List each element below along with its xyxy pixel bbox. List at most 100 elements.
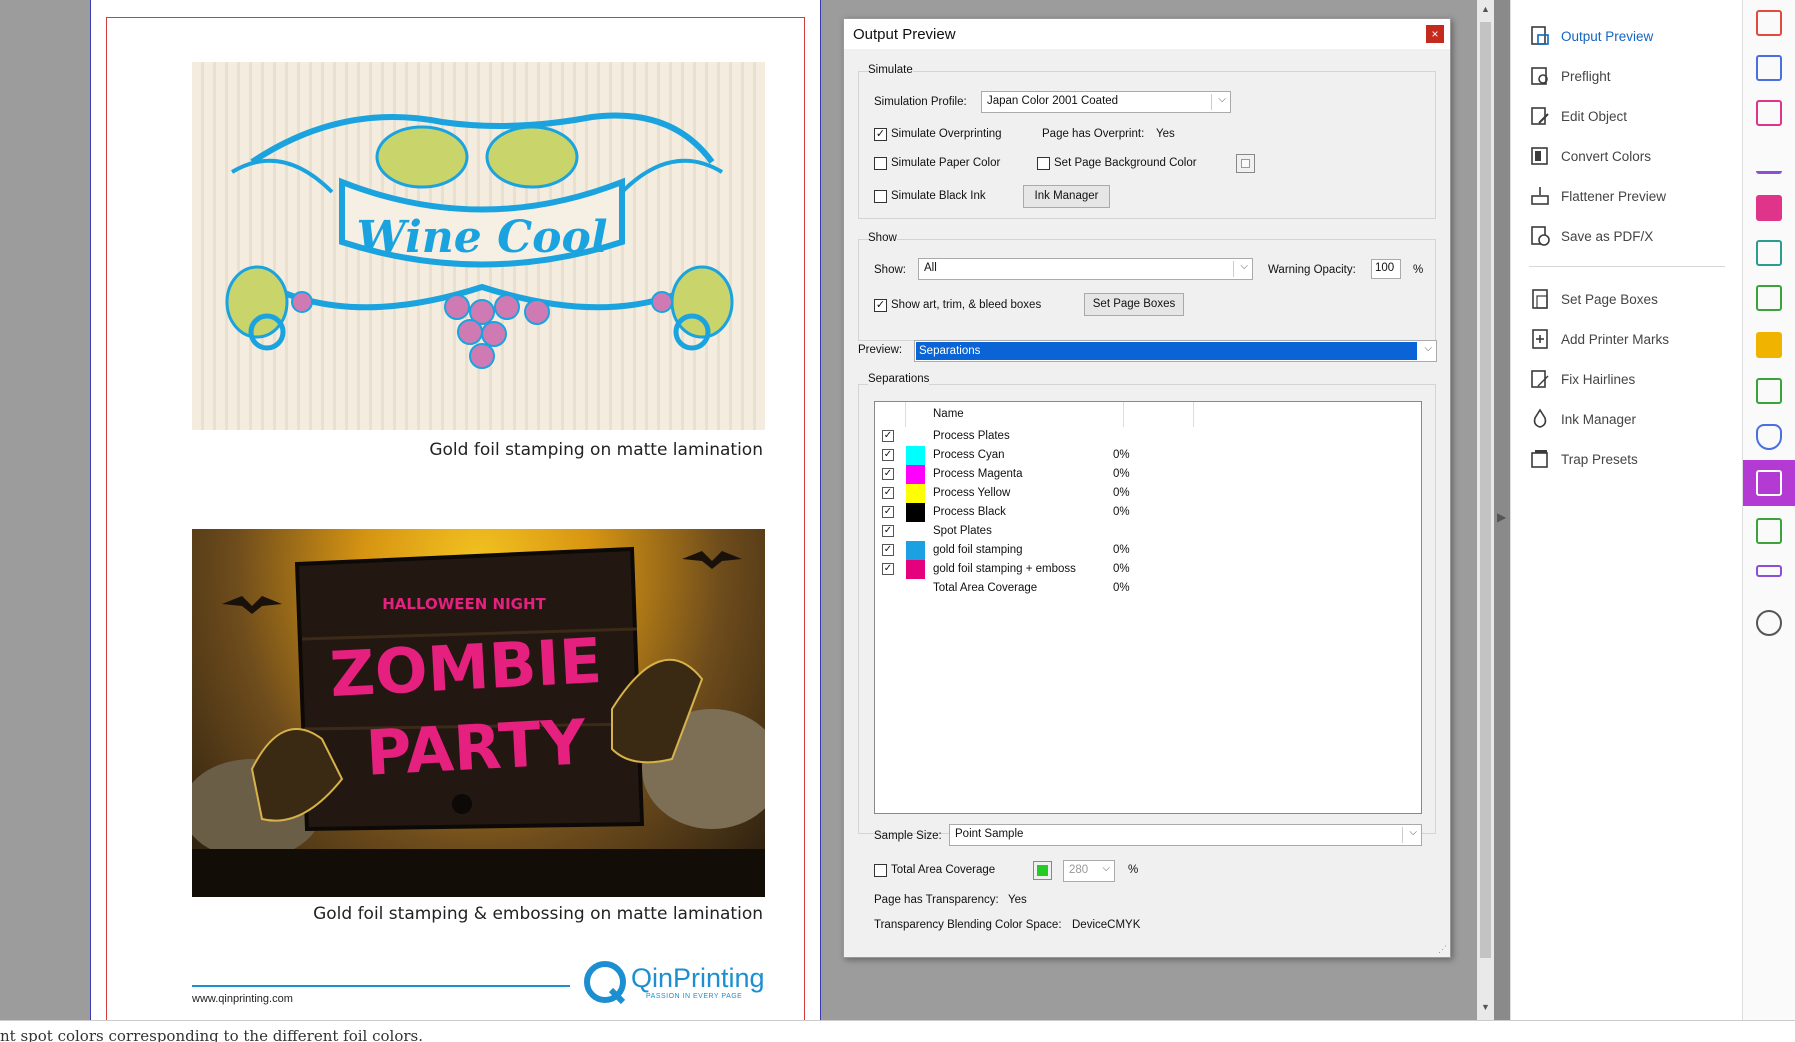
preview-label: Preview: <box>858 344 903 356</box>
separation-checkbox[interactable]: ✓ <box>882 506 894 518</box>
blending-space-value: DeviceCMYK <box>1072 919 1141 931</box>
separation-checkbox[interactable]: ✓ <box>882 487 894 499</box>
tools-divider <box>1529 266 1725 267</box>
list-item[interactable]: ✓ gold foil stamping 0% <box>875 541 1421 560</box>
sample-size-label: Sample Size: <box>874 830 942 842</box>
separation-checkbox[interactable]: ✓ <box>882 544 894 556</box>
separation-checkbox[interactable]: ✓ <box>882 525 894 537</box>
document-scrollbar[interactable]: ▲ ▼ <box>1477 0 1494 1020</box>
tool-edit-object[interactable]: Edit Object <box>1529 104 1627 128</box>
scrollbar-thumb[interactable] <box>1480 22 1491 958</box>
list-item[interactable]: ✓ Process Cyan 0% <box>875 446 1421 465</box>
tool-flattener-preview[interactable]: Flattener Preview <box>1529 184 1666 208</box>
tool-label: Fix Hairlines <box>1561 371 1636 387</box>
separation-checkbox[interactable]: ✓ <box>882 468 894 480</box>
brand-name: QinPrinting <box>631 963 765 993</box>
show-value: All <box>924 262 937 274</box>
separation-checkbox[interactable]: ✓ <box>882 563 894 575</box>
tool-convert-colors[interactable]: Convert Colors <box>1529 144 1651 168</box>
tool-trap-presets[interactable]: Trap Presets <box>1529 447 1638 471</box>
dialog-titlebar[interactable]: Output Preview × <box>844 19 1450 49</box>
panel-expand-icon[interactable]: ▶ <box>1497 510 1506 524</box>
measure-icon[interactable] <box>1756 565 1782 577</box>
caption-zombie: Gold foil stamping & embossing on matte … <box>313 904 763 924</box>
separation-checkbox[interactable]: ✓ <box>882 430 894 442</box>
scan-ocr-icon[interactable] <box>1756 240 1782 266</box>
tool-label: Save as PDF/X <box>1561 228 1654 244</box>
compare-files-icon[interactable] <box>1756 285 1782 311</box>
zombie-party-artwork: HALLOWEEN NIGHT ZOMBIE PARTY <box>192 529 765 897</box>
list-item[interactable]: ✓ gold foil stamping + emboss 0% <box>875 560 1421 579</box>
party-text: PARTY <box>364 705 588 789</box>
column-header-name: Name <box>933 408 964 420</box>
simulation-profile-select[interactable]: Japan Color 2001 Coated ⌵ <box>981 91 1231 113</box>
qinprinting-logo-icon <box>584 961 626 1005</box>
show-group <box>858 239 1436 341</box>
tool-preflight[interactable]: Preflight <box>1529 64 1611 88</box>
header-divider <box>905 402 906 427</box>
separation-name: Spot Plates <box>933 525 992 537</box>
tac-value-select[interactable]: 280 ⌵ <box>1063 860 1115 882</box>
fill-sign-icon[interactable] <box>1756 148 1782 174</box>
color-swatch <box>906 541 925 560</box>
ink-manager-button[interactable]: Ink Manager <box>1023 185 1110 208</box>
scroll-down-icon[interactable]: ▼ <box>1481 1002 1490 1012</box>
show-boxes-label: Show art, trim, & bleed boxes <box>891 299 1042 311</box>
tac-color-swatch[interactable] <box>1033 861 1052 880</box>
tac-swatch-fill <box>1037 865 1048 876</box>
background-color-swatch[interactable] <box>1236 154 1255 173</box>
page-overprint-label: Page has Overprint: <box>1042 128 1145 140</box>
separation-name: Process Cyan <box>933 449 1005 461</box>
simulate-black-ink-checkbox[interactable] <box>874 190 887 203</box>
create-pdf-icon[interactable] <box>1756 10 1782 36</box>
list-item[interactable]: ✓ Spot Plates <box>875 522 1421 541</box>
zombie-text: ZOMBIE <box>328 624 603 711</box>
separation-checkbox[interactable]: ✓ <box>882 449 894 461</box>
sample-size-select[interactable]: Point Sample ⌵ <box>949 824 1422 846</box>
more-tools-icon[interactable] <box>1756 610 1782 636</box>
show-select[interactable]: All ⌵ <box>918 258 1253 280</box>
comment-icon[interactable] <box>1756 332 1782 358</box>
print-production-icon[interactable] <box>1756 378 1782 404</box>
print-production-panel: Output Preview Preflight Edit Object Con… <box>1510 0 1742 1020</box>
tool-output-preview[interactable]: Output Preview <box>1529 24 1653 48</box>
export-pdf-icon[interactable] <box>1756 195 1782 221</box>
chevron-down-icon: ⌵ <box>1240 261 1248 272</box>
list-item[interactable]: ✓ Process Yellow 0% <box>875 484 1421 503</box>
simulate-overprinting-checkbox[interactable]: ✓ <box>874 128 887 141</box>
protect-icon[interactable] <box>1756 424 1782 450</box>
tool-add-printer-marks[interactable]: Add Printer Marks <box>1529 327 1669 351</box>
total-area-coverage-label: Total Area Coverage <box>891 864 996 876</box>
warning-opacity-input[interactable]: 100 <box>1371 259 1401 279</box>
add-printer-marks-icon <box>1529 328 1551 350</box>
simulate-paper-color-checkbox[interactable] <box>874 157 887 170</box>
set-page-boxes-button[interactable]: Set Page Boxes <box>1084 293 1184 316</box>
tool-set-page-boxes[interactable]: Set Page Boxes <box>1529 287 1658 311</box>
list-item[interactable]: ✓ Process Plates <box>875 427 1421 446</box>
simulate-paper-color-label: Simulate Paper Color <box>891 157 1001 169</box>
tool-label: Trap Presets <box>1561 451 1638 467</box>
tool-save-pdfx[interactable]: Save as PDF/X <box>1529 224 1653 248</box>
tool-ink-manager[interactable]: Ink Manager <box>1529 407 1636 431</box>
prepare-form-icon[interactable] <box>1756 518 1782 544</box>
header-divider <box>1123 402 1124 427</box>
total-area-coverage-checkbox[interactable] <box>874 864 887 877</box>
show-boxes-checkbox[interactable]: ✓ <box>874 299 887 312</box>
separations-list[interactable]: Name ✓ Process Plates ✓ Process Cyan 0% … <box>874 401 1422 814</box>
close-icon[interactable]: × <box>1426 25 1444 43</box>
resize-grip-icon[interactable]: ⋰ <box>1438 944 1447 955</box>
convert-colors-icon <box>1529 145 1551 167</box>
sample-size-value: Point Sample <box>955 828 1024 840</box>
list-item[interactable]: ✓ Process Black 0% <box>875 503 1421 522</box>
scroll-up-icon[interactable]: ▲ <box>1481 4 1490 14</box>
pdf-standards-icon[interactable] <box>1756 470 1782 496</box>
preview-select[interactable]: Separations ⌵ <box>914 340 1437 362</box>
tool-fix-hairlines[interactable]: Fix Hairlines <box>1529 367 1635 391</box>
list-item[interactable]: ✓ Process Magenta 0% <box>875 465 1421 484</box>
separation-name: Total Area Coverage <box>933 582 1038 594</box>
organize-pages-icon[interactable] <box>1756 100 1782 126</box>
combine-files-icon[interactable] <box>1756 55 1782 81</box>
separation-name: Process Yellow <box>933 487 1011 499</box>
set-page-background-checkbox[interactable] <box>1037 157 1050 170</box>
separations-group-title: Separations <box>868 373 930 385</box>
